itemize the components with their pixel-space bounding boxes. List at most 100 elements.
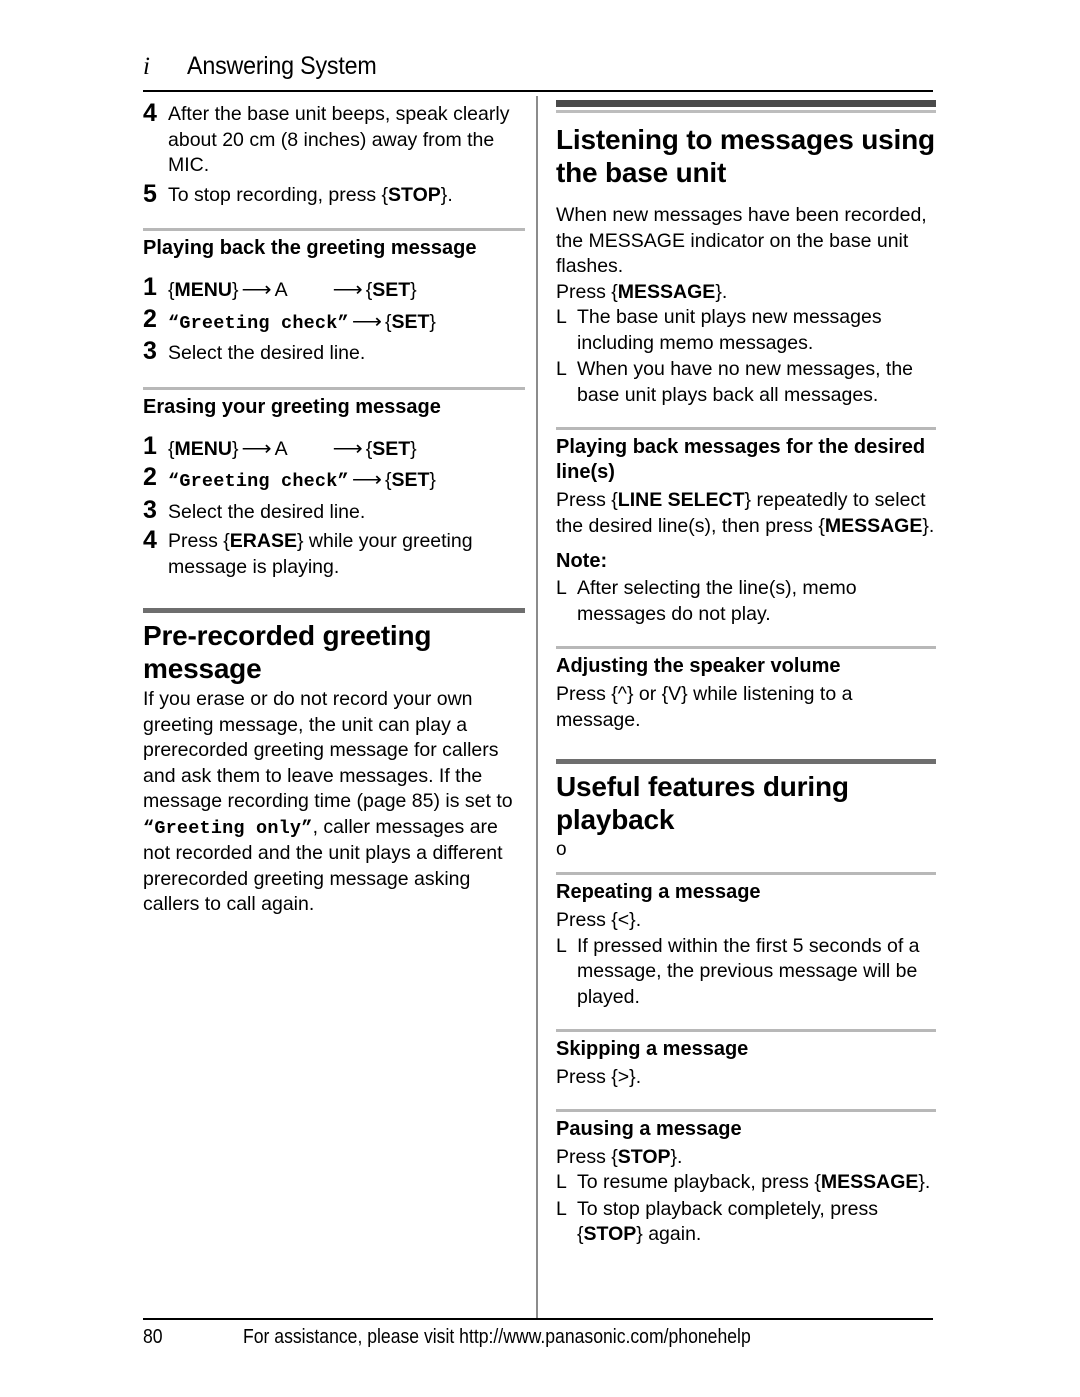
arrow-icon: ⟶ — [332, 436, 363, 460]
body-before: Press — [556, 683, 612, 705]
step-number: 1 — [143, 273, 157, 301]
header-marker-icon: i — [143, 53, 150, 80]
bullet-marker: L — [556, 934, 567, 957]
keycap-label: MENU — [174, 437, 232, 460]
subsection-heading: Adjusting the speaker volume — [556, 655, 841, 677]
press-instruction: Press {MESSAGE}. — [556, 280, 936, 306]
section-body: Press {LINE SELECT} repeatedly to select… — [556, 488, 936, 539]
step-text: {MENU} ⟶ A ⟶ {SET} — [168, 274, 525, 304]
section-rule — [556, 1029, 936, 1032]
step-item: 5 To stop recording, press {STOP}. — [143, 181, 525, 209]
bullet-item: L The base unit plays new messages inclu… — [556, 305, 936, 356]
bullet-text: The base unit plays new messages includi… — [577, 306, 882, 354]
bullet-marker: L — [556, 577, 567, 599]
bullet-text: If pressed within the first 5 seconds of… — [577, 934, 920, 1008]
body-after: . — [928, 514, 935, 537]
keycap-label: MESSAGE — [820, 1171, 919, 1193]
step-mid-label: A — [274, 437, 288, 460]
note-heading: Note: — [556, 550, 608, 572]
keycap-label: SET — [372, 437, 411, 460]
press-after: . — [721, 280, 728, 303]
running-header: i Answering System — [143, 52, 933, 81]
subsection-heading: Skipping a message — [556, 1038, 749, 1060]
section-rule — [556, 427, 936, 430]
press-before: Press — [556, 1066, 612, 1088]
keycap: {STOP} — [611, 1145, 678, 1168]
footer-assistance-text: For assistance, please visit http://www.… — [243, 1326, 751, 1348]
keycap-label: STOP — [388, 183, 441, 206]
press-before: Press — [556, 1145, 612, 1168]
step-text: Press {ERASE} while your greeting messag… — [168, 527, 525, 580]
step-item: 4 Press {ERASE} while your greeting mess… — [143, 527, 525, 580]
step-text-after: . — [447, 183, 453, 206]
bullet-marker: L — [556, 1171, 567, 1193]
section-rule — [556, 646, 936, 649]
page-number: 80 — [143, 1326, 163, 1348]
header-rule — [143, 90, 933, 92]
keycap: {SET} — [384, 310, 436, 333]
step-text: {MENU} ⟶ A ⟶ {SET} — [168, 433, 525, 463]
keycap-label: V — [668, 683, 682, 705]
bullet-item: L To stop playback completely, press {ST… — [556, 1197, 936, 1248]
step-item: 1 {MENU} ⟶ A ⟶ {SET} — [143, 274, 525, 304]
step-item: 3 Select the desired line. — [143, 497, 525, 526]
keycap-label: MENU — [174, 279, 232, 301]
keycap: {MESSAGE} — [814, 1171, 925, 1193]
keycap: {SET} — [365, 279, 417, 301]
footer-rule — [143, 1318, 933, 1320]
bullet-text: To resume playback, press {MESSAGE}. — [577, 1170, 936, 1196]
keycap-volume-down: {V} — [661, 683, 688, 705]
keycap-label: ERASE — [229, 530, 297, 552]
section-title: Useful features during playback — [556, 771, 849, 835]
subsection-heading: Erasing your greeting message — [143, 395, 441, 418]
keycap: {ERASE} — [223, 530, 304, 552]
bullet-item: L If pressed within the first 5 seconds … — [556, 934, 936, 1011]
step-text: “Greeting check” ⟶ {SET} — [168, 306, 525, 337]
step-text-before: Press — [168, 530, 224, 552]
subsection-heading: Playing back the greeting message — [143, 237, 477, 259]
keycap-label: LINE SELECT — [617, 489, 745, 511]
subsection-heading: Playing back messages for the desired li… — [556, 436, 926, 483]
keycap-label: ^ — [617, 683, 627, 705]
pausing-message-block: Pausing a message Press {STOP}. L To res… — [556, 1108, 936, 1248]
repeating-message-block: Repeating a message Press {<}. L If pres… — [556, 872, 936, 1010]
step-mid-label: A — [274, 279, 288, 301]
arrow-icon: ⟶ — [351, 468, 382, 491]
keycap: {STOP} — [577, 1223, 643, 1245]
bullet-marker: L — [556, 358, 567, 380]
section-body: If you erase or do not record your own g… — [143, 687, 525, 918]
step-text: Select the desired line. — [168, 500, 366, 523]
arrow-icon: ⟶ — [351, 309, 382, 333]
bullet-text: After selecting the line(s), memo messag… — [577, 577, 857, 625]
step-item: 2 “Greeting check” ⟶ {SET} — [143, 464, 525, 495]
subsection-heading: Repeating a message — [556, 881, 761, 903]
step-number: 4 — [143, 99, 157, 127]
speaker-volume-block: Adjusting the speaker volume Press {^} o… — [556, 646, 936, 733]
keycap-label: > — [617, 1066, 630, 1088]
keycap-rewind: {<} — [611, 909, 636, 931]
bullet-item: L After selecting the line(s), memo mess… — [556, 576, 936, 627]
keycap: {STOP} — [381, 183, 448, 206]
stray-character: o — [556, 839, 567, 860]
bullet-marker: L — [556, 1197, 567, 1220]
bullet-item: L To resume playback, press {MESSAGE}. — [556, 1170, 936, 1196]
keycap-label: SET — [372, 279, 411, 301]
press-after: . — [677, 1145, 683, 1168]
bullet-marker: L — [556, 306, 567, 328]
keycap-skip: {>} — [611, 1066, 636, 1088]
step-item: 3 Select the desired line. — [143, 338, 525, 367]
step-text: To stop recording, press {STOP}. — [168, 181, 525, 209]
body-part-1: If you erase or do not record your own g… — [143, 688, 513, 812]
keycap: {SET} — [365, 437, 417, 460]
arrow-icon: ⟶ — [241, 436, 272, 460]
step-number: 3 — [143, 337, 157, 365]
section-title: Pre-recorded greeting message — [143, 620, 432, 684]
keycap-label: SET — [391, 310, 430, 333]
bullet-text-before: To resume playback, press — [577, 1171, 815, 1193]
body-mid: or — [633, 683, 662, 705]
chapter-rule-heavy — [556, 100, 936, 107]
section-rule — [143, 386, 525, 390]
manual-page: i Answering System 4 After the base unit… — [0, 0, 1080, 1397]
step-number: 4 — [143, 526, 157, 554]
step-item: 4 After the base unit beeps, speak clear… — [143, 100, 525, 179]
